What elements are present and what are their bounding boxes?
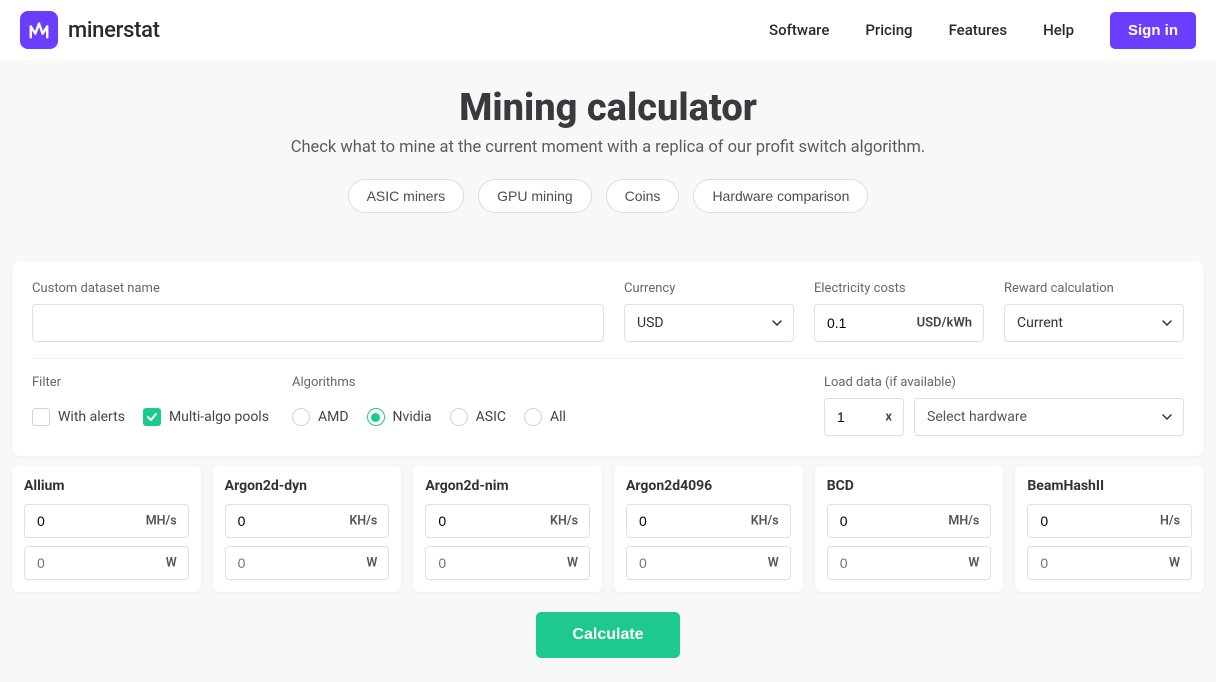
calculate-wrap: Calculate xyxy=(0,592,1216,682)
dataset-label: Custom dataset name xyxy=(32,281,604,296)
power-input[interactable] xyxy=(24,546,189,580)
nav-help[interactable]: Help xyxy=(1043,21,1074,39)
power-input[interactable] xyxy=(626,546,791,580)
power-input[interactable] xyxy=(225,546,390,580)
nvidia-label: Nvidia xyxy=(393,409,432,425)
power-input[interactable] xyxy=(1027,546,1192,580)
algorithms-label: Algorithms xyxy=(292,375,804,390)
pill-coins[interactable]: Coins xyxy=(606,179,680,213)
nav: Software Pricing Features Help Sign in xyxy=(769,12,1196,49)
logo-text: minerstat xyxy=(68,18,160,43)
power-unit: W xyxy=(366,556,377,571)
currency-label: Currency xyxy=(624,281,794,296)
calculate-button[interactable]: Calculate xyxy=(536,612,679,658)
algo-card: Argon2d-dyn KH/s W xyxy=(213,466,402,592)
power-unit: W xyxy=(768,556,779,571)
power-input[interactable] xyxy=(827,546,992,580)
radio-asic[interactable]: ASIC xyxy=(450,408,506,426)
load-label: Load data (if available) xyxy=(824,375,1184,390)
pills: ASIC miners GPU mining Coins Hardware co… xyxy=(20,179,1196,213)
signin-button[interactable]: Sign in xyxy=(1110,12,1196,49)
checkbox-multi-algo xyxy=(143,408,161,426)
radio-asic-dot xyxy=(450,408,468,426)
algo-card: Allium MH/s W xyxy=(12,466,201,592)
algo-card: Argon2d-nim KH/s W xyxy=(413,466,602,592)
logo-icon xyxy=(20,11,58,49)
algo-name: BCD xyxy=(827,478,992,494)
hero: Mining calculator Check what to mine at … xyxy=(0,60,1216,231)
dataset-input[interactable] xyxy=(32,304,604,342)
cost-label: Electricity costs xyxy=(814,281,984,296)
hashrate-unit: MH/s xyxy=(146,514,177,529)
reward-select[interactable]: Current xyxy=(1004,304,1184,342)
form-row-1: Custom dataset name Currency USD Electri… xyxy=(32,281,1184,342)
asic-label: ASIC xyxy=(476,409,506,425)
logo[interactable]: minerstat xyxy=(20,11,160,49)
algo-card: BCD MH/s W xyxy=(815,466,1004,592)
pill-hardware-comparison[interactable]: Hardware comparison xyxy=(693,179,868,213)
nav-software[interactable]: Software xyxy=(769,21,829,39)
hashrate-unit: MH/s xyxy=(948,514,979,529)
radio-all[interactable]: All xyxy=(524,408,566,426)
load-suffix: x xyxy=(885,410,892,425)
multi-algo-label: Multi-algo pools xyxy=(169,409,269,425)
power-unit: W xyxy=(567,556,578,571)
pill-asic-miners[interactable]: ASIC miners xyxy=(348,179,465,213)
page-title: Mining calculator xyxy=(20,86,1196,130)
check-multi-algo[interactable]: Multi-algo pools xyxy=(143,408,269,426)
page-subtitle: Check what to mine at the current moment… xyxy=(20,138,1196,157)
field-load-data: Load data (if available) x Select hardwa… xyxy=(824,375,1184,436)
radio-nvidia[interactable]: Nvidia xyxy=(367,408,432,426)
hashrate-unit: KH/s xyxy=(550,514,578,529)
form-card: Custom dataset name Currency USD Electri… xyxy=(12,261,1204,456)
checkbox-with-alerts xyxy=(32,408,50,426)
algo-name: Argon2d4096 xyxy=(626,478,791,494)
algo-card: Argon2d4096 KH/s W xyxy=(614,466,803,592)
field-algorithms: Algorithms AMD Nvidia ASIC All xyxy=(292,375,804,436)
currency-select[interactable]: USD xyxy=(624,304,794,342)
radio-amd[interactable]: AMD xyxy=(292,408,349,426)
algo-name: Argon2d-dyn xyxy=(225,478,390,494)
field-currency: Currency USD xyxy=(624,281,794,342)
algo-name: Allium xyxy=(24,478,189,494)
hashrate-unit: H/s xyxy=(1160,514,1180,529)
filter-label: Filter xyxy=(32,375,272,390)
field-reward: Reward calculation Current xyxy=(1004,281,1184,342)
algo-grid: Allium MH/s W Argon2d-dyn KH/s W Argon2d… xyxy=(0,466,1216,592)
radio-amd-dot xyxy=(292,408,310,426)
power-unit: W xyxy=(968,556,979,571)
radio-nvidia-dot xyxy=(367,408,385,426)
amd-label: AMD xyxy=(318,409,349,425)
pill-gpu-mining[interactable]: GPU mining xyxy=(478,179,591,213)
field-dataset: Custom dataset name xyxy=(32,281,604,342)
algo-name: BeamHashII xyxy=(1027,478,1192,494)
cost-unit: USD/kWh xyxy=(917,316,972,331)
all-label: All xyxy=(550,409,566,425)
field-electricity-cost: Electricity costs USD/kWh xyxy=(814,281,984,342)
algo-name: Argon2d-nim xyxy=(425,478,590,494)
reward-label: Reward calculation xyxy=(1004,281,1184,296)
nav-features[interactable]: Features xyxy=(949,21,1007,39)
form-row-2: Filter With alerts Multi-algo pools Algo… xyxy=(32,358,1184,436)
hashrate-unit: KH/s xyxy=(751,514,779,529)
power-unit: W xyxy=(166,556,177,571)
power-input[interactable] xyxy=(425,546,590,580)
radio-all-dot xyxy=(524,408,542,426)
algo-card: BeamHashII H/s W xyxy=(1015,466,1204,592)
field-filter: Filter With alerts Multi-algo pools xyxy=(32,375,272,436)
hashrate-unit: KH/s xyxy=(349,514,377,529)
power-unit: W xyxy=(1169,556,1180,571)
hardware-select[interactable]: Select hardware xyxy=(914,398,1184,436)
with-alerts-label: With alerts xyxy=(58,409,125,425)
check-with-alerts[interactable]: With alerts xyxy=(32,408,125,426)
nav-pricing[interactable]: Pricing xyxy=(865,21,912,39)
header: minerstat Software Pricing Features Help… xyxy=(0,0,1216,60)
